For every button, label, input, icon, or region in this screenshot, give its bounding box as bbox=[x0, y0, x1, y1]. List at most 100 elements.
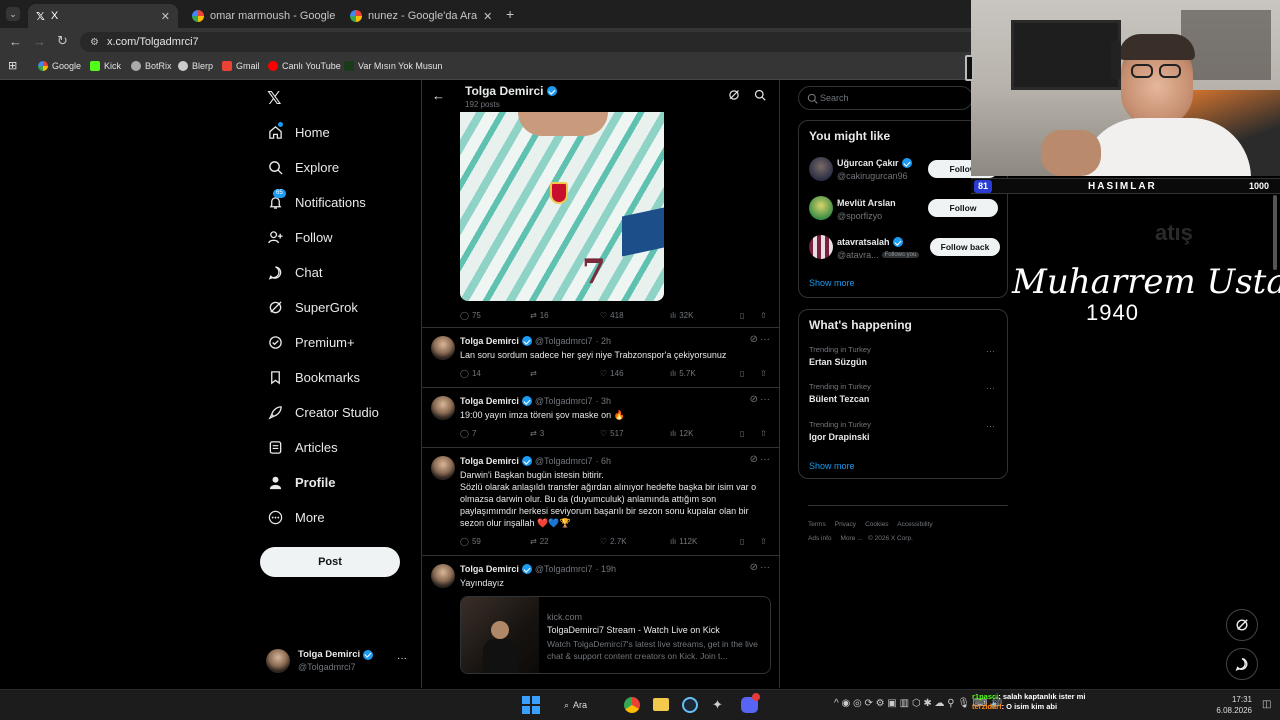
sidebar-item-more[interactable]: More bbox=[268, 510, 325, 525]
trend-name[interactable]: Ertan Süzgün bbox=[809, 357, 867, 367]
link-card[interactable]: kick.com TolgaDemirci7 Stream - Watch Li… bbox=[460, 596, 771, 674]
footer-privacy[interactable]: Privacy bbox=[835, 521, 856, 528]
tweet-photo[interactable]: 7 bbox=[460, 112, 664, 301]
notification-center-icon[interactable]: ◫ bbox=[1262, 699, 1271, 710]
sidebar-item-explore[interactable]: Explore bbox=[268, 160, 339, 175]
avatar[interactable] bbox=[809, 196, 833, 220]
show-more-link[interactable]: Show more bbox=[809, 461, 855, 471]
grok-float-button[interactable] bbox=[1226, 609, 1258, 641]
avatar[interactable] bbox=[431, 564, 455, 588]
follow-back-button[interactable]: Follow back bbox=[930, 238, 1000, 256]
suggestion-name[interactable]: Uğurcan Çakır bbox=[837, 158, 912, 168]
close-tab-icon[interactable]: ✕ bbox=[483, 10, 492, 23]
trend-name[interactable]: Bülent Tezcan bbox=[809, 394, 869, 404]
reply-button[interactable]: ◯ 14 bbox=[460, 369, 481, 378]
site-info-icon[interactable]: ⚙ bbox=[90, 37, 99, 48]
more-dots-icon[interactable]: ··· bbox=[760, 562, 770, 573]
reload-icon[interactable]: ↻ bbox=[57, 33, 68, 49]
avatar[interactable] bbox=[431, 456, 455, 480]
tweet[interactable]: Tolga Demirci @Tolgadmrci7 · 19h ⊘ ··· Yay… bbox=[422, 556, 779, 688]
suggestion-name[interactable]: Mevlüt Arslan bbox=[837, 198, 896, 208]
close-tab-icon[interactable]: ✕ bbox=[161, 10, 170, 23]
tweet[interactable]: 7 ◯ 75 ⇄ 16 ♡ 418 ılı 32K ▯ ⇧ bbox=[422, 112, 779, 328]
repost-button[interactable]: ⇄ 16 bbox=[530, 311, 549, 320]
sidebar-item-bookmarks[interactable]: Bookmarks bbox=[268, 370, 360, 385]
messages-float-button[interactable] bbox=[1226, 648, 1258, 680]
tab-google-marmoush[interactable]: omar marmoush - Google'da Ar ✕ bbox=[184, 4, 336, 28]
bookmark-google[interactable]: Google bbox=[38, 61, 81, 71]
like-button[interactable]: ♡ 146 bbox=[600, 369, 624, 378]
search-icon[interactable] bbox=[754, 89, 766, 101]
share-icon[interactable]: ⇧ bbox=[760, 537, 767, 546]
bookmark-gmail[interactable]: Gmail bbox=[222, 61, 260, 71]
more-dots-icon[interactable]: ··· bbox=[760, 394, 770, 405]
bookmark-icon[interactable]: ▯ bbox=[740, 311, 744, 320]
suggestion-name[interactable]: atavratsalah bbox=[837, 237, 903, 247]
sidebar-item-chat[interactable]: Chat bbox=[268, 265, 322, 280]
reply-button[interactable]: ◯ 75 bbox=[460, 311, 481, 320]
sidebar-item-profile[interactable]: Profile bbox=[268, 475, 335, 490]
bookmark-icon[interactable]: ▯ bbox=[740, 369, 744, 378]
x-logo-icon[interactable]: 𝕏 bbox=[267, 88, 282, 109]
tweet[interactable]: Tolga Demirci @Tolgadmrci7 · 3h ⊘ ··· 19:0… bbox=[422, 388, 779, 448]
bookmark-botrix[interactable]: BotRix bbox=[131, 61, 172, 71]
like-button[interactable]: ♡ 418 bbox=[600, 311, 624, 320]
footer-cookies[interactable]: Cookies bbox=[865, 521, 888, 528]
share-icon[interactable]: ⇧ bbox=[760, 311, 767, 320]
grok-icon[interactable] bbox=[728, 89, 740, 101]
more-dots-icon[interactable]: ··· bbox=[986, 346, 995, 356]
sidebar-item-supergrok[interactable]: SuperGrok bbox=[268, 300, 358, 315]
grok-icon[interactable]: ⊘ bbox=[750, 454, 758, 465]
grok-icon[interactable]: ⊘ bbox=[750, 562, 758, 573]
scrollbar-thumb[interactable] bbox=[1273, 195, 1277, 270]
post-button[interactable]: Post bbox=[260, 547, 400, 577]
bookmark-var-misin[interactable]: Var Mısın Yok Musun bbox=[344, 61, 442, 71]
sidebar-item-articles[interactable]: Articles bbox=[268, 440, 338, 455]
tab-x[interactable]: 𝕏 X ✕ bbox=[28, 4, 178, 28]
footer-terms[interactable]: Terms bbox=[808, 521, 826, 528]
taskbar-search[interactable]: ⌕ Ara bbox=[564, 696, 614, 714]
reply-button[interactable]: ◯ 59 bbox=[460, 537, 481, 546]
avatar[interactable] bbox=[431, 396, 455, 420]
share-icon[interactable]: ⇧ bbox=[760, 429, 767, 438]
avatar[interactable] bbox=[809, 157, 833, 181]
tab-google-nunez[interactable]: nunez - Google'da Ara ✕ bbox=[342, 4, 498, 28]
like-button[interactable]: ♡ 517 bbox=[600, 429, 624, 438]
app-icon[interactable]: ✦ bbox=[712, 697, 723, 713]
footer-ads[interactable]: Ads info bbox=[808, 535, 832, 542]
account-switcher[interactable]: Tolga Demirci @Tolgadmrci7 ··· bbox=[266, 647, 411, 675]
steam-icon[interactable] bbox=[682, 697, 698, 713]
more-dots-icon[interactable]: ··· bbox=[760, 334, 770, 345]
more-dots-icon[interactable]: ··· bbox=[986, 421, 995, 431]
show-more-link[interactable]: Show more bbox=[809, 278, 855, 288]
tweet[interactable]: Tolga Demirci @Tolgadmrci7 · 2h ⊘ ··· Lan … bbox=[422, 328, 779, 388]
sidebar-item-creator-studio[interactable]: Creator Studio bbox=[268, 405, 379, 420]
sidebar-item-premium[interactable]: Premium+ bbox=[268, 335, 355, 350]
back-icon[interactable]: ← bbox=[9, 34, 22, 49]
forward-icon[interactable]: → bbox=[33, 34, 46, 49]
grok-icon[interactable]: ⊘ bbox=[750, 394, 758, 405]
more-dots-icon[interactable]: ··· bbox=[397, 653, 407, 664]
share-icon[interactable]: ⇧ bbox=[760, 369, 767, 378]
views-button[interactable]: ılı 5.7K bbox=[670, 369, 696, 378]
clock[interactable]: 17:31 6.08.2026 bbox=[1214, 694, 1252, 716]
apps-icon[interactable]: ⊞ bbox=[8, 59, 17, 72]
bookmark-youtube[interactable]: Canlı YouTube bbox=[268, 61, 341, 71]
tab-search-button[interactable]: ⌄ bbox=[6, 7, 20, 21]
sidebar-item-notifications[interactable]: Notifications 65 bbox=[268, 189, 366, 210]
bookmark-kick[interactable]: Kick bbox=[90, 61, 121, 71]
search-box[interactable]: Search bbox=[798, 86, 973, 110]
trend-name[interactable]: Igor Drapinski bbox=[809, 432, 870, 442]
bookmark-icon[interactable]: ▯ bbox=[740, 537, 744, 546]
bookmark-icon[interactable]: ▯ bbox=[740, 429, 744, 438]
views-button[interactable]: ılı 112K bbox=[670, 537, 697, 546]
avatar[interactable] bbox=[809, 235, 833, 259]
sidebar-item-home[interactable]: Home bbox=[268, 122, 330, 140]
like-button[interactable]: ♡ 2.7K bbox=[600, 537, 627, 546]
follow-button[interactable]: Follow bbox=[928, 199, 998, 217]
bookmark-blerp[interactable]: Blerp bbox=[178, 61, 213, 71]
more-dots-icon[interactable]: ··· bbox=[760, 454, 770, 465]
chrome-icon[interactable] bbox=[624, 697, 640, 713]
avatar[interactable] bbox=[431, 336, 455, 360]
tweet[interactable]: Tolga Demirci @Tolgadmrci7 · 6h ⊘ ··· Darw… bbox=[422, 448, 779, 556]
